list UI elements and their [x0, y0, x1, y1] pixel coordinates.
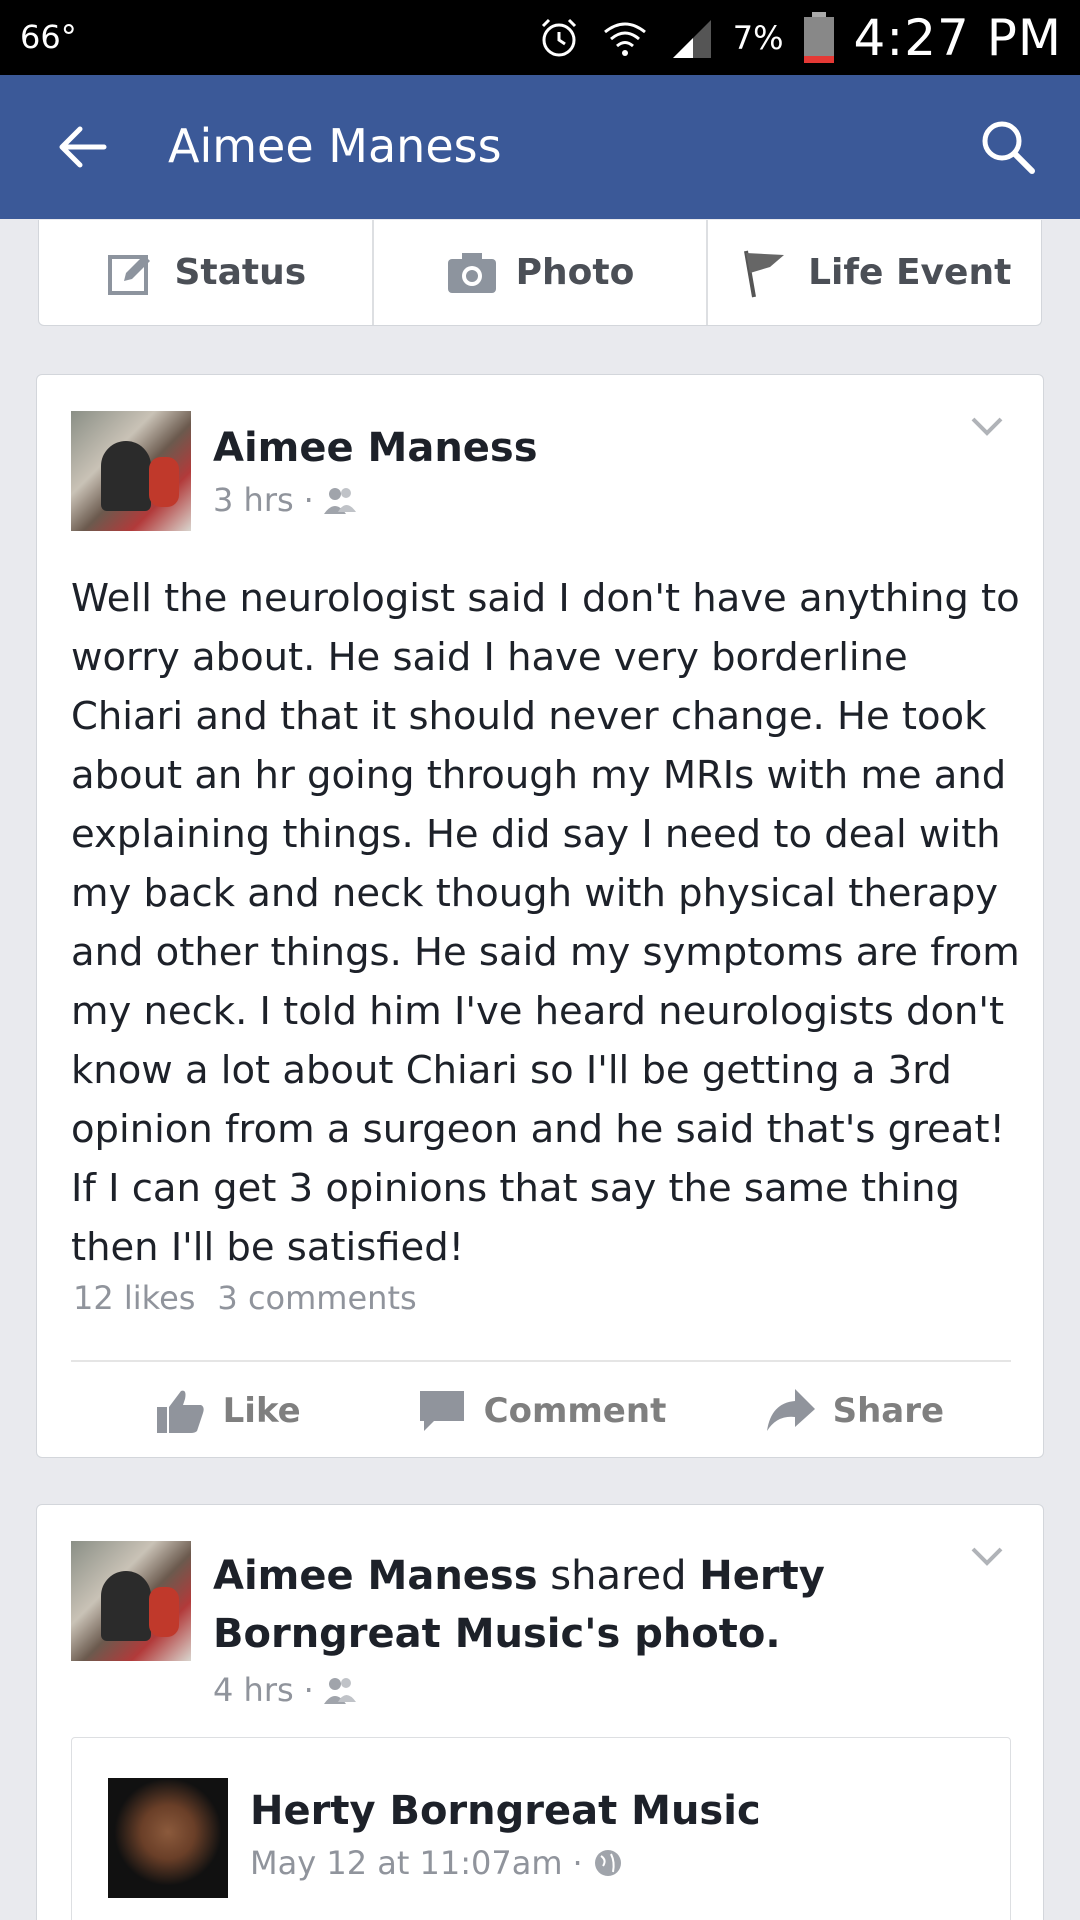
shared-author[interactable]: Herty Borngreat Music [250, 1788, 761, 1834]
post-text: Well the neurologist said I don't have a… [71, 576, 1020, 1270]
like-button[interactable]: Like [71, 1363, 384, 1459]
friends-icon [323, 1678, 356, 1704]
post-card: Aimee Maness 3 hrs · Well the neurologis… [36, 374, 1044, 1458]
battery-icon [803, 11, 834, 63]
status-bar: 66° 7% 4:27 PM [0, 0, 1080, 75]
avatar[interactable] [71, 1541, 191, 1661]
composer-bar: Status Photo Life Event [38, 220, 1042, 326]
globe-icon [594, 1850, 621, 1876]
status-icons: 7% 4:27 PM [535, 8, 1062, 67]
status-button[interactable]: Status [39, 220, 374, 325]
wifi-icon [603, 22, 646, 56]
shared-verb: shared [550, 1553, 687, 1599]
chevron-down-icon[interactable] [967, 1541, 1007, 1571]
comment-label: Comment [483, 1391, 667, 1431]
search-icon[interactable] [976, 115, 1040, 179]
post-author[interactable]: Aimee Maness [213, 425, 538, 471]
divider [71, 1360, 1011, 1362]
shared-meta: May 12 at 11:07am · [250, 1844, 623, 1882]
comments-count[interactable]: 3 comments [217, 1279, 416, 1317]
arrow-left-icon[interactable] [50, 115, 114, 179]
post-actions: Like Comment Share [71, 1363, 1011, 1459]
avatar[interactable] [108, 1778, 228, 1898]
share-label: Share [832, 1391, 945, 1431]
photo-label: Photo [515, 252, 635, 293]
clock: 4:27 PM [853, 8, 1062, 67]
shared-time[interactable]: May 12 at 11:07am [250, 1844, 563, 1882]
comment-icon [419, 1391, 464, 1431]
post-time[interactable]: 3 hrs [213, 481, 294, 519]
avatar[interactable] [71, 411, 191, 531]
alarm-icon [541, 18, 576, 56]
life-event-label: Life Event [808, 252, 1012, 293]
post-author[interactable]: Aimee Maness [213, 1553, 538, 1599]
chevron-down-icon[interactable] [967, 411, 1007, 441]
like-label: Like [222, 1391, 301, 1431]
thumbs-up-icon [156, 1390, 204, 1433]
app-header: Aimee Maness [0, 75, 1080, 219]
friends-icon [323, 488, 356, 514]
shared-headline: Aimee Maness shared Herty Borngreat Musi… [213, 1547, 993, 1663]
post-card: Aimee Maness shared Herty Borngreat Musi… [36, 1504, 1044, 1920]
likes-count[interactable]: 12 likes [73, 1279, 195, 1317]
battery-percent: 7% [732, 18, 784, 57]
post-meta: 3 hrs · [213, 481, 356, 519]
post-meta: 4 hrs · [213, 1671, 356, 1709]
comment-button[interactable]: Comment [384, 1363, 697, 1459]
share-icon [766, 1389, 815, 1431]
camera-icon [447, 252, 496, 293]
post-time[interactable]: 4 hrs [213, 1671, 294, 1709]
post-stats: 12 likes 3 comments [73, 1279, 417, 1317]
weather-temperature: 66° [20, 18, 77, 56]
share-button[interactable]: Share [698, 1363, 1011, 1459]
status-label: Status [174, 252, 307, 293]
flag-icon [744, 250, 785, 297]
shared-content-card[interactable]: Herty Borngreat Music May 12 at 11:07am … [71, 1737, 1011, 1920]
signal-icon [672, 19, 711, 58]
page-title: Aimee Maness [168, 119, 502, 173]
edit-icon [108, 254, 151, 295]
photo-button[interactable]: Photo [374, 220, 709, 325]
life-event-button[interactable]: Life Event [708, 220, 1041, 325]
